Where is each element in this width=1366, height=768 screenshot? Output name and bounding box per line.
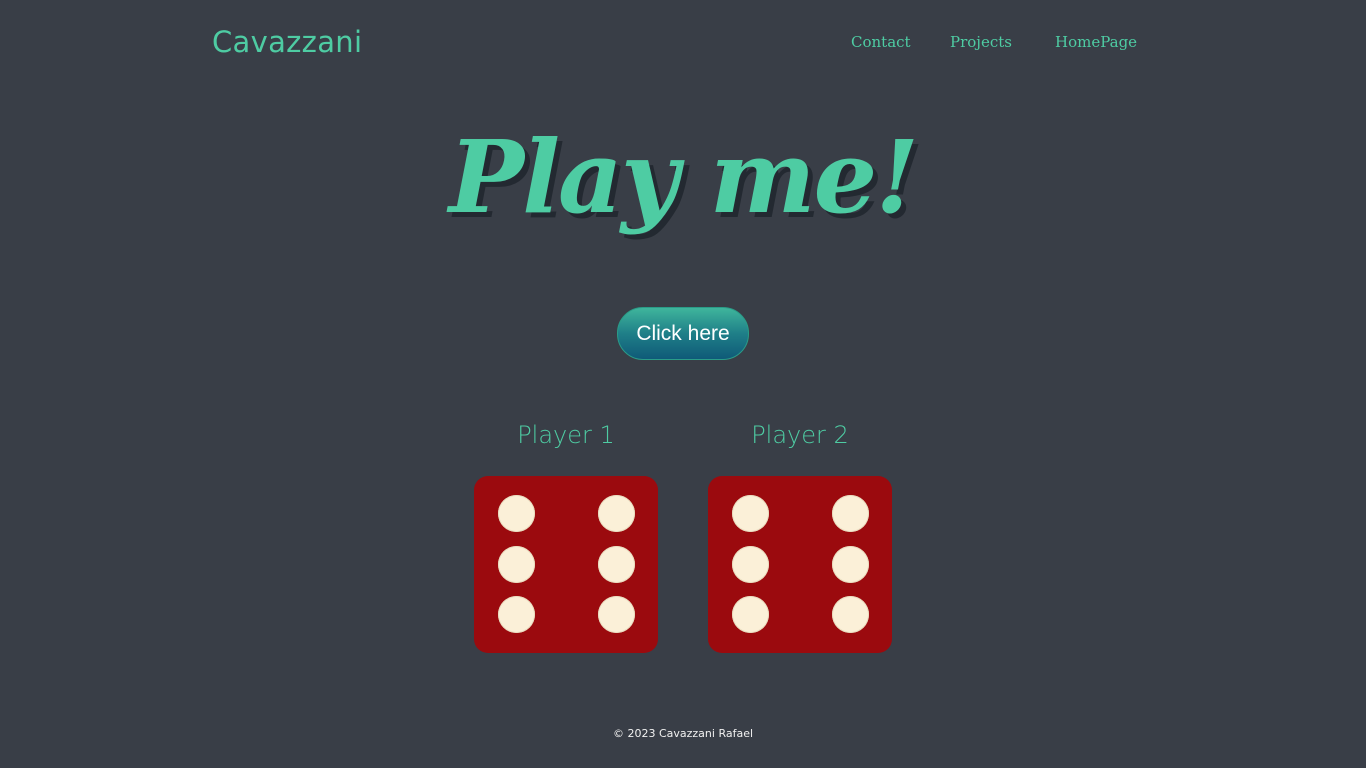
die-pip: [498, 596, 535, 633]
footer-copyright: © 2023 Cavazzani Rafael: [612, 727, 754, 740]
nav-link-projects[interactable]: Projects: [950, 31, 1012, 53]
nav-link-contact[interactable]: Contact: [851, 31, 911, 53]
player-1-die: [474, 476, 658, 653]
die-pip: [598, 546, 635, 583]
die-pip: [598, 495, 635, 532]
top-nav: Contact Projects HomePage: [0, 31, 1366, 53]
die-pip: [832, 546, 869, 583]
die-pip: [832, 596, 869, 633]
die-pip: [732, 596, 769, 633]
die-pip: [598, 596, 635, 633]
player-1-label: Player 1: [517, 421, 615, 449]
player-2-label: Player 2: [751, 421, 849, 449]
die-pip: [832, 495, 869, 532]
nav-link-homepage[interactable]: HomePage: [1055, 31, 1137, 53]
die-pip: [732, 546, 769, 583]
page-title: Play me!: [448, 118, 919, 236]
die-pip: [498, 546, 535, 583]
player-2-die: [708, 476, 892, 653]
die-pip: [498, 495, 535, 532]
die-pip: [732, 495, 769, 532]
roll-dice-button[interactable]: Click here: [617, 307, 749, 360]
